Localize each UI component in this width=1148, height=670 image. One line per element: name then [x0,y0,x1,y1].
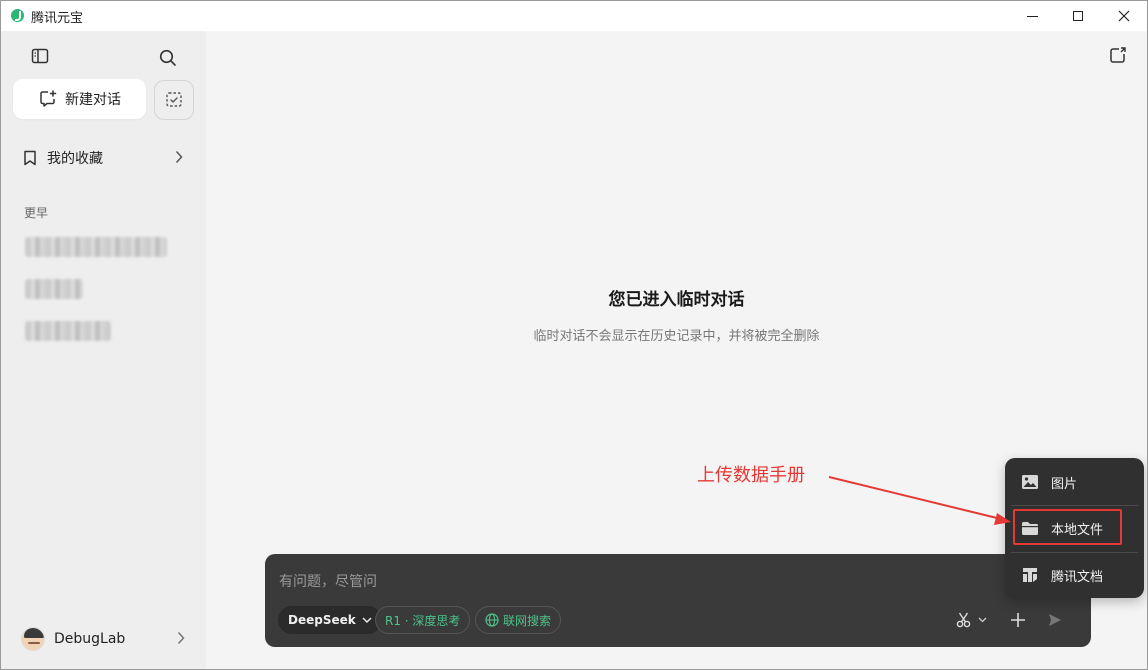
deep-think-label: R1 · 深度思考 [385,613,461,628]
chevron-down-icon [362,617,372,623]
send-icon [1049,614,1061,626]
attach-button[interactable] [1010,610,1026,630]
minimize-button[interactable] [1009,1,1055,31]
new-chat-icon [40,90,57,107]
web-search-label: 联网搜索 [503,613,552,628]
maximize-icon [1073,11,1083,21]
send-button[interactable] [1047,610,1063,630]
chat-input[interactable]: 有问题，尽管问 [279,571,377,591]
temp-chat-title: 您已进入临时对话 [608,290,745,310]
avatar [21,627,45,651]
scissors-icon [956,612,971,628]
sidebar-toggle-icon [31,48,49,64]
search-button[interactable] [156,46,180,70]
close-icon [1118,10,1130,22]
new-chat-button[interactable]: 新建对话 [13,79,146,119]
temp-chat-button[interactable] [154,80,194,120]
sidebar: 新建对话 我的收藏 更早 DebugLab [1,31,206,669]
menu-item-label: 图片 [1051,476,1078,492]
maximize-button[interactable] [1055,1,1101,31]
annotation-text: 上传数据手册 [697,465,805,486]
sidebar-toggle-button[interactable] [28,44,52,68]
new-window-icon [1110,46,1127,63]
history-item[interactable] [25,237,167,257]
menu-item-image[interactable]: 图片 [1005,460,1144,504]
favorites-label: 我的收藏 [47,151,103,167]
chevron-down-icon [978,617,987,623]
deep-think-toggle[interactable]: R1 · 深度思考 [375,606,471,634]
model-label: DeepSeek [288,613,356,627]
model-select-button[interactable]: DeepSeek [278,606,382,634]
history-item[interactable] [25,279,83,299]
chevron-right-icon [175,150,183,164]
app-logo-icon [11,9,24,22]
bookmark-icon [24,150,36,166]
screenshot-button[interactable] [955,610,987,630]
web-search-toggle[interactable]: 联网搜索 [475,606,562,634]
temp-chat-icon [166,92,182,107]
favorites-item[interactable]: 我的收藏 [23,147,191,169]
new-chat-label: 新建对话 [65,92,121,108]
user-name: DebugLab [54,631,126,647]
app-title: 腾讯元宝 [31,11,84,26]
new-window-button[interactable] [1109,46,1127,68]
menu-item-tencent-docs[interactable]: 腾讯文档 [1005,553,1144,597]
history-item[interactable] [25,321,111,341]
image-icon [1022,475,1038,489]
history-section-label: 更早 [24,206,49,220]
temp-chat-subtitle: 临时对话不会显示在历史记录中，并将被完全删除 [533,329,820,344]
chevron-right-icon [177,631,185,645]
close-button[interactable] [1101,1,1147,31]
annotation-highlight-box [1013,509,1122,545]
app-window: 腾讯元宝 新建对话 我的收藏 更早 DebugLab 您已进入临时对话 临时对话… [0,0,1148,670]
chat-input-box: 有问题，尽管问 DeepSeek R1 · 深度思考 联网搜索 [265,554,1091,647]
title-bar: 腾讯元宝 [1,1,1147,31]
plus-icon [1011,613,1025,627]
search-icon [159,49,176,66]
tencent-docs-icon [1023,568,1037,582]
globe-icon [485,613,499,627]
minimize-icon [1026,15,1038,17]
menu-item-label: 腾讯文档 [1051,569,1104,585]
user-profile[interactable]: DebugLab [21,626,191,652]
